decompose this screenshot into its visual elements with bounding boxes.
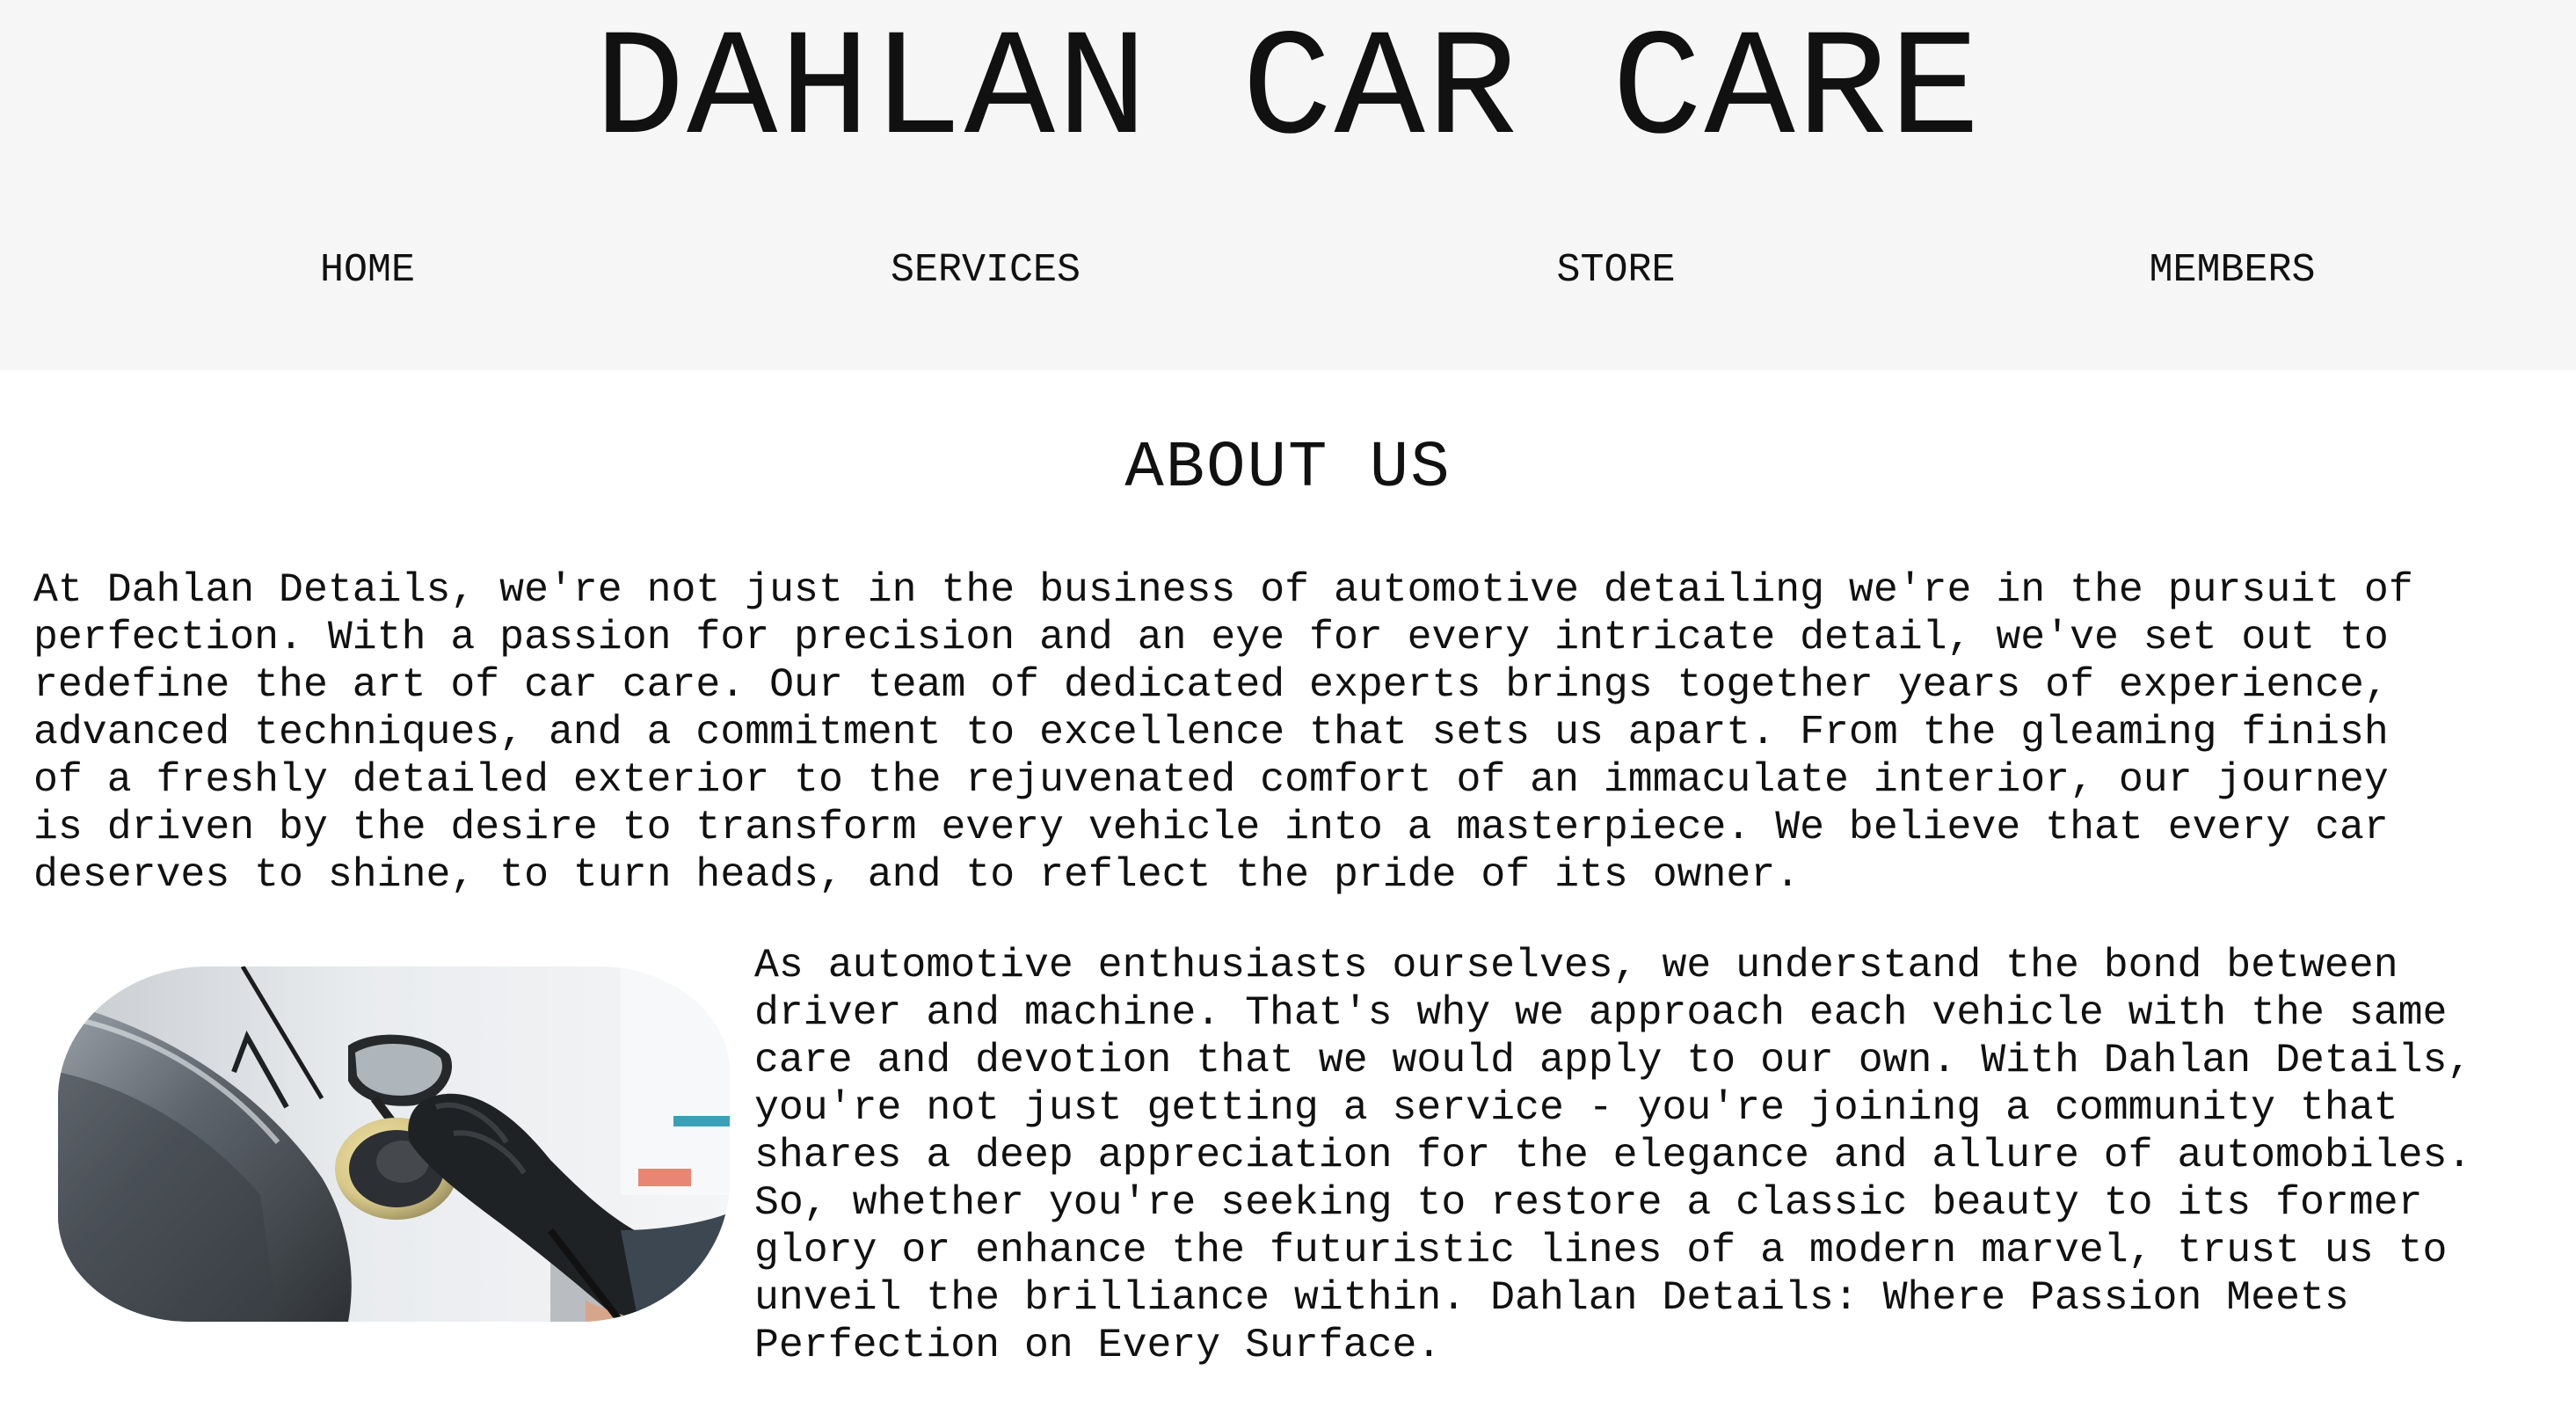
second-line: care and devotion that we would apply to… [754,1037,2472,1083]
second-line: driver and machine. That's why we approa… [754,989,2448,1036]
intro-line: is driven by the desire to transform eve… [33,804,2389,850]
intro-line: deserves to shine, to turn heads, and to… [33,851,1801,898]
second-line: glory or enhance the futuristic lines of… [754,1227,2448,1273]
car-polishing-photo [58,966,730,1322]
car-polishing-illustration [58,966,730,1322]
intro-line: of a freshly detailed exterior to the re… [33,756,2389,803]
about-intro-paragraph: At Dahlan Details, we're not just in the… [33,566,2413,899]
second-line: you're not just getting a service - you'… [754,1084,2398,1131]
intro-line: perfection. With a passion for precision… [33,614,2389,660]
site-header: DAHLAN CAR CARE HOME SERVICES STORE MEMB… [0,0,2576,370]
about-heading: ABOUT US [1124,432,1452,506]
nav-services-link[interactable]: SERVICES [891,244,1081,297]
nav-members-link[interactable]: MEMBERS [2149,244,2315,297]
second-line: As automotive enthusiasts ourselves, we … [754,942,2398,988]
nav-home-link[interactable]: HOME [320,244,415,297]
about-second-paragraph: As automotive enthusiasts ourselves, we … [754,942,2471,1369]
intro-line: redefine the art of car care. Our team o… [33,661,2389,708]
second-line: shares a deep appreciation for the elega… [754,1132,2472,1178]
intro-line: At Dahlan Details, we're not just in the… [33,566,2413,613]
second-line: So, whether you're seeking to restore a … [754,1179,2423,1226]
site-title: DAHLAN CAR CARE [593,6,1983,178]
intro-line: advanced techniques, and a commitment to… [33,709,2389,755]
nav-store-link[interactable]: STORE [1556,244,1675,297]
second-line: unveil the brilliance within. Dahlan Det… [754,1274,2349,1321]
main-nav: HOME SERVICES STORE MEMBERS [0,244,2576,297]
second-line: Perfection on Every Surface. [754,1322,1442,1368]
